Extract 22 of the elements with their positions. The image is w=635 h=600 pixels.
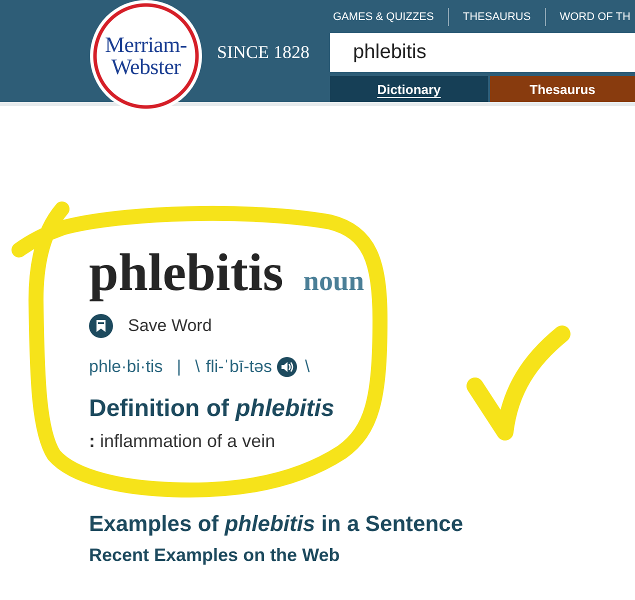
nav-link[interactable]: GAMES & QUIZZES bbox=[333, 10, 434, 24]
tab[interactable]: Thesaurus bbox=[490, 76, 635, 102]
pronunciation: fli-ˈbī-təs bbox=[206, 357, 272, 377]
tab[interactable]: Dictionary bbox=[330, 76, 488, 102]
save-word-button[interactable]: Save Word bbox=[89, 314, 212, 338]
search-field[interactable]: phlebitis bbox=[330, 33, 635, 72]
nav-link[interactable]: WORD OF TH bbox=[560, 10, 630, 24]
pronunciation-delimiter: \ bbox=[304, 357, 310, 377]
pronunciation-delimiter: \ bbox=[195, 357, 200, 377]
headword: phlebitis bbox=[89, 244, 284, 303]
speaker-icon[interactable] bbox=[276, 357, 297, 377]
definition-text: : inflammation of a vein bbox=[89, 431, 276, 451]
examples-subheading: Recent Examples on the Web bbox=[89, 544, 340, 566]
bookmark-icon bbox=[89, 314, 113, 338]
logo[interactable]: Merriam-Webster bbox=[90, 0, 202, 112]
tagline: SINCE 1828 bbox=[217, 41, 310, 63]
separator: | bbox=[176, 357, 182, 377]
nav-link[interactable]: THESAURUS bbox=[462, 10, 531, 24]
definition-heading: Definition of phlebitis bbox=[89, 395, 334, 423]
syllabification: phle·bi·tis bbox=[89, 357, 163, 377]
part-of-speech: noun bbox=[303, 266, 364, 298]
examples-heading: Examples of phlebitis in a Sentence bbox=[89, 511, 464, 537]
